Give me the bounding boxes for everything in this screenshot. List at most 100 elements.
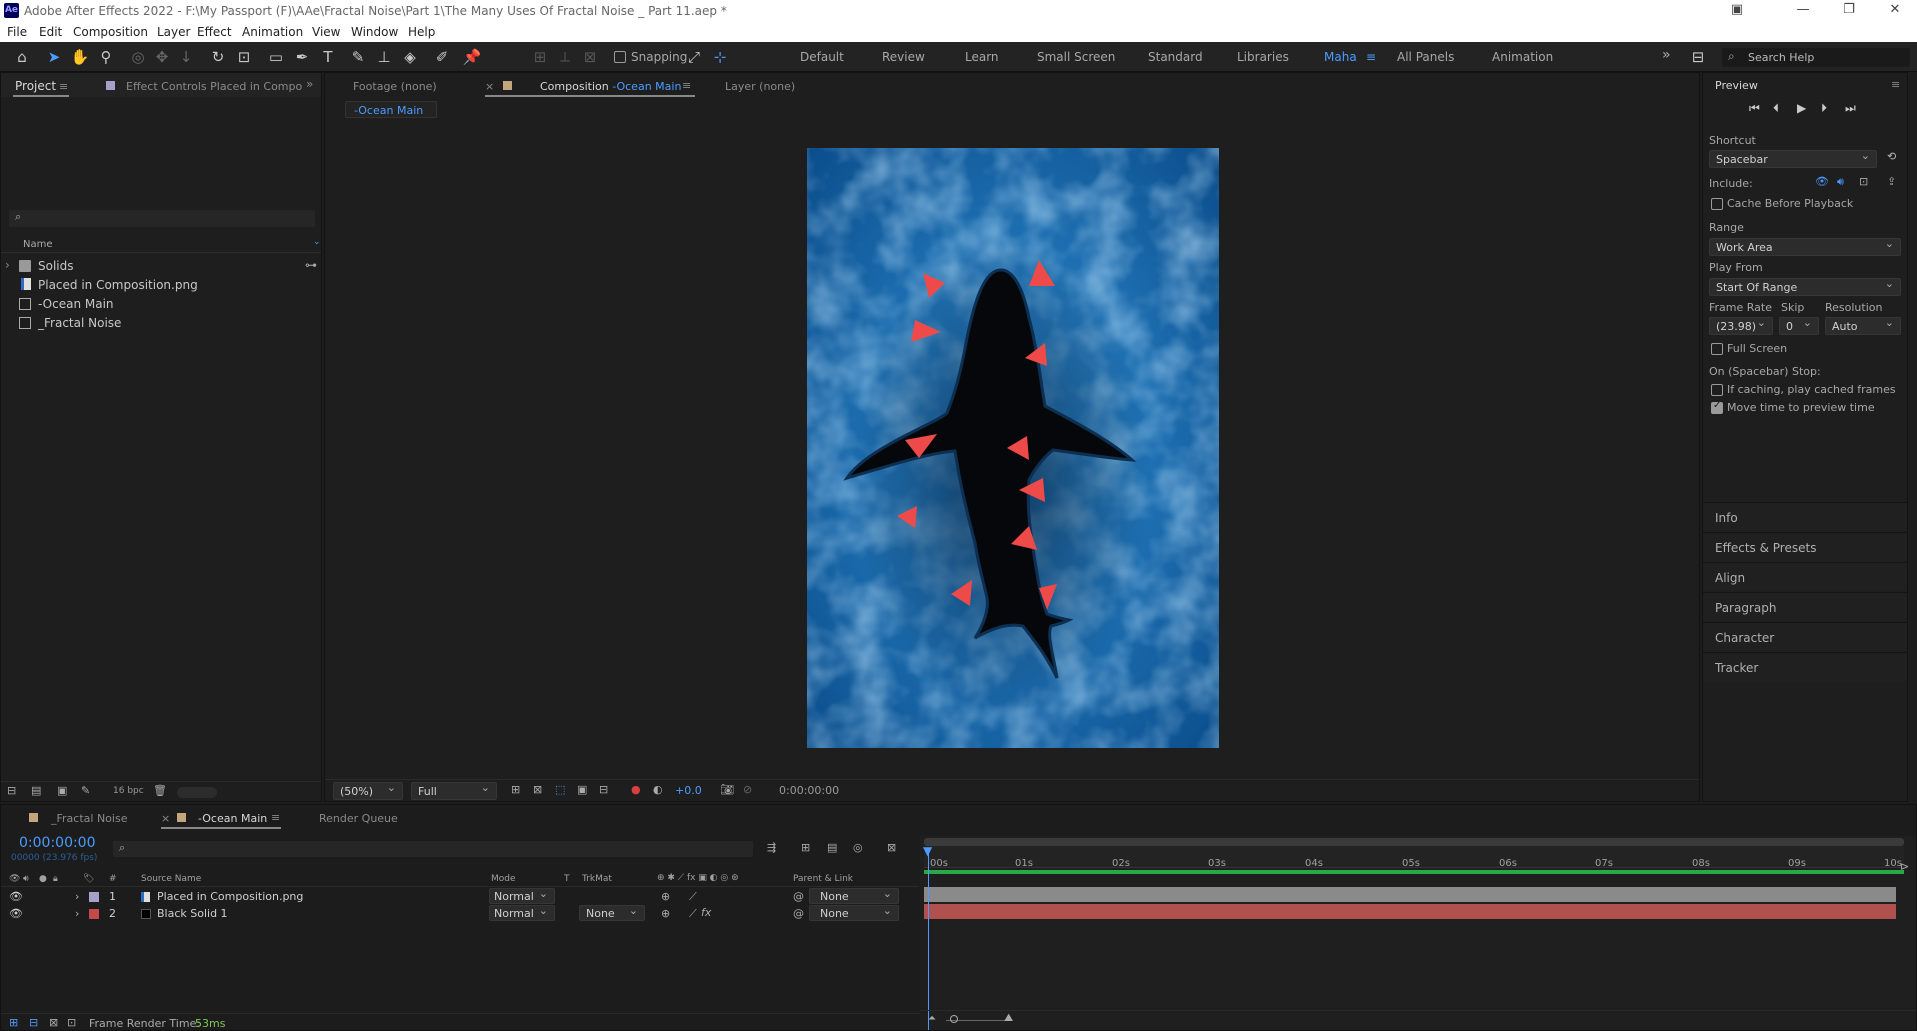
- workspace-standard[interactable]: Standard: [1148, 50, 1203, 64]
- home-icon[interactable]: ⌂: [12, 47, 32, 67]
- menu-help[interactable]: Help: [408, 25, 435, 39]
- play-icon[interactable]: ▶: [1797, 101, 1806, 115]
- solo-icon[interactable]: ●: [39, 874, 47, 884]
- snap-edges-icon[interactable]: ⤢: [684, 47, 704, 67]
- new-folder-icon[interactable]: ▤: [31, 784, 41, 797]
- chevron-right-icon[interactable]: ›: [75, 890, 79, 903]
- character-panel-tab[interactable]: Character: [1703, 622, 1907, 651]
- lock-icon[interactable]: 🔒︎: [53, 874, 58, 884]
- pick-whip-icon[interactable]: @: [793, 890, 804, 903]
- workspace-review[interactable]: Review: [882, 50, 925, 64]
- eraser-tool-icon[interactable]: ◈: [400, 47, 420, 67]
- shy-switch-icon[interactable]: ⊕: [661, 907, 670, 920]
- minimize-button[interactable]: —: [1788, 2, 1818, 20]
- layer-search-input[interactable]: ⌕: [113, 841, 753, 857]
- maximize-button[interactable]: ❐: [1834, 2, 1864, 20]
- current-time-indicator[interactable]: [928, 850, 929, 1030]
- pan-tool-icon[interactable]: ✥: [152, 47, 172, 67]
- shortcut-dropdown[interactable]: Spacebar: [1709, 149, 1877, 168]
- show-snapshot-icon[interactable]: ⊘: [743, 783, 752, 796]
- next-frame-icon[interactable]: ⏵: [1821, 101, 1827, 116]
- snapshot-icon[interactable]: 📷︎: [720, 783, 734, 796]
- label-icon[interactable]: 🏷︎: [83, 874, 94, 884]
- layer-label-color[interactable]: [89, 892, 99, 902]
- pan-behind-tool-icon[interactable]: ⊡: [234, 47, 254, 67]
- range-dropdown[interactable]: Work Area: [1709, 237, 1901, 256]
- type-tool-icon[interactable]: T: [318, 47, 338, 67]
- menu-edit[interactable]: Edit: [39, 25, 62, 39]
- list-item-comp[interactable]: -Ocean Main: [1, 294, 321, 313]
- tab-effect-controls[interactable]: Effect Controls Placed in Compo: [126, 80, 302, 93]
- tab-composition[interactable]: Composition -Ocean Main: [540, 80, 681, 93]
- view-axis-icon[interactable]: ⊠: [580, 47, 600, 67]
- workspace-animation[interactable]: Animation: [1492, 50, 1553, 64]
- zoom-tool-icon[interactable]: ⚲: [96, 47, 116, 67]
- tab-fractal-noise[interactable]: _Fractal Noise: [51, 812, 127, 825]
- include-overlays-icon[interactable]: ⊡: [1859, 175, 1868, 188]
- bit-depth-label[interactable]: 16 bpc: [113, 786, 144, 796]
- column-name[interactable]: Name: [23, 239, 53, 250]
- align-panel-tab[interactable]: Align: [1703, 562, 1907, 591]
- table-row[interactable]: 👁︎ › 1 Placed in Composition.png Normal …: [1, 887, 919, 905]
- panel-menu-icon[interactable]: ≡: [682, 79, 691, 92]
- panel-menu-icon[interactable]: ≡: [59, 80, 68, 93]
- panel-menu-icon[interactable]: ≡: [271, 811, 280, 824]
- orbit-tool-icon[interactable]: ◎: [128, 47, 148, 67]
- resolution-dropdown[interactable]: Auto: [1825, 316, 1901, 335]
- new-composition-icon[interactable]: ▣: [57, 784, 67, 797]
- pen-tool-icon[interactable]: ✒: [292, 47, 312, 67]
- selection-tool-icon[interactable]: ➤: [44, 47, 64, 67]
- chevron-right-icon[interactable]: ›: [75, 907, 79, 920]
- workspace-default[interactable]: Default: [800, 50, 844, 64]
- track-matte-dropdown[interactable]: None: [579, 904, 645, 921]
- blend-mode-dropdown[interactable]: Normal: [489, 887, 555, 904]
- in-out-toggle-icon[interactable]: ⊠: [49, 1016, 58, 1029]
- column-trkmat[interactable]: TrkMat: [582, 874, 612, 884]
- parent-dropdown[interactable]: None: [809, 887, 899, 904]
- snapping-checkbox[interactable]: [614, 51, 626, 63]
- layout-icon[interactable]: ▣: [1722, 2, 1752, 20]
- include-video-icon[interactable]: 👁︎: [1815, 175, 1829, 188]
- menu-animation[interactable]: Animation: [242, 25, 303, 39]
- viewer-timecode[interactable]: 0:00:00:00: [779, 784, 839, 797]
- first-frame-icon[interactable]: ⏮: [1749, 101, 1760, 116]
- list-item-image[interactable]: Placed in Composition.png: [1, 275, 321, 294]
- skip-dropdown[interactable]: 0: [1779, 316, 1819, 335]
- layer-label-color[interactable]: [89, 909, 99, 919]
- breadcrumb[interactable]: -Ocean Main: [345, 101, 437, 118]
- clone-stamp-tool-icon[interactable]: ⊥: [374, 47, 394, 67]
- roto-brush-tool-icon[interactable]: ✐: [432, 47, 452, 67]
- shy-switch-icon[interactable]: ⊕: [661, 890, 670, 903]
- export-icon[interactable]: ⇪: [1887, 175, 1896, 188]
- quality-switch-icon[interactable]: ⟋: [689, 890, 697, 904]
- workspace-libraries[interactable]: Libraries: [1237, 50, 1289, 64]
- draft-3d-icon[interactable]: ⊞: [801, 841, 810, 854]
- exposure-value[interactable]: +0.0: [675, 784, 702, 797]
- menu-view[interactable]: View: [312, 25, 340, 39]
- hand-tool-icon[interactable]: ✋: [70, 47, 90, 67]
- work-area-bar[interactable]: [924, 838, 1904, 846]
- view-options-icon[interactable]: ⊟: [599, 783, 608, 796]
- info-panel-tab[interactable]: Info: [1703, 502, 1907, 531]
- move-time-checkbox[interactable]: [1711, 400, 1723, 414]
- reset-icon[interactable]: ⟲: [1887, 150, 1896, 163]
- layer-name[interactable]: Placed in Composition.png: [157, 890, 303, 903]
- paragraph-panel-tab[interactable]: Paragraph: [1703, 592, 1907, 621]
- include-audio-icon[interactable]: 🔊︎: [1837, 175, 1844, 189]
- eye-icon[interactable]: 👁︎: [9, 907, 23, 920]
- panel-overflow-icon[interactable]: »: [306, 77, 313, 91]
- menu-layer[interactable]: Layer: [157, 25, 190, 39]
- layer-bar-1[interactable]: [924, 887, 1896, 902]
- layer-switches-toggle-icon[interactable]: ⊞: [9, 1016, 18, 1029]
- audio-switch-icon[interactable]: 🔊︎: [23, 874, 29, 884]
- menu-file[interactable]: File: [7, 25, 27, 39]
- panel-menu-icon[interactable]: ≡: [1891, 78, 1900, 91]
- sync-settings-icon[interactable]: ⊟: [1688, 47, 1708, 67]
- eye-icon[interactable]: 👁︎: [9, 890, 23, 903]
- frame-blending-icon[interactable]: ◎: [853, 841, 863, 854]
- channel-icon[interactable]: ●: [631, 783, 641, 796]
- rotate-tool-icon[interactable]: ↻: [208, 47, 228, 67]
- graph-editor-icon[interactable]: ⊠: [887, 841, 896, 854]
- cache-before-playback-checkbox[interactable]: [1711, 198, 1723, 210]
- close-button[interactable]: ✕: [1880, 2, 1910, 20]
